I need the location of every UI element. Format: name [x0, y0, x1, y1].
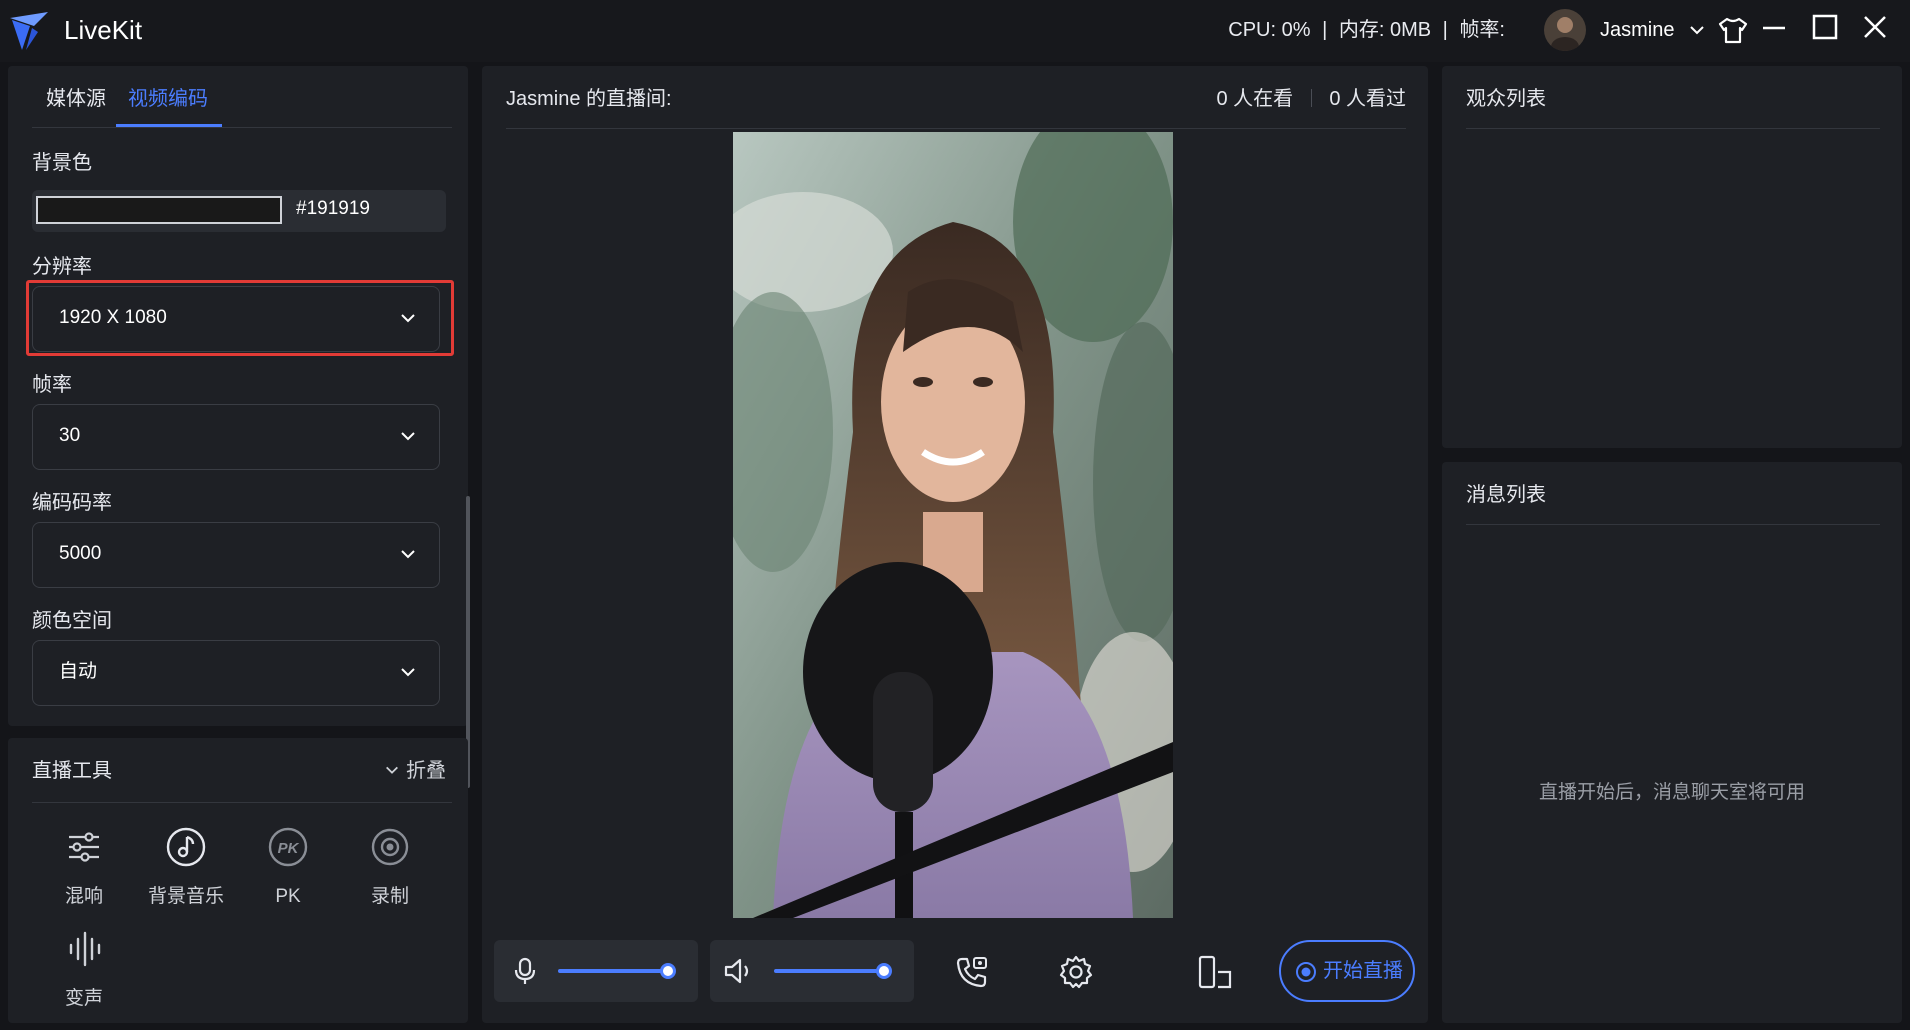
skin-shirt-icon[interactable]	[1716, 13, 1750, 47]
viewer-stats: 0 人在看 0 人看过	[1217, 84, 1407, 114]
framerate-label: 帧率	[32, 374, 72, 396]
cpu-label: CPU:	[1228, 19, 1277, 41]
bitrate-value: 5000	[59, 543, 102, 564]
chevron-down-icon	[386, 766, 399, 774]
bitrate-select[interactable]: 5000	[32, 522, 440, 588]
tab-video-encoding[interactable]: 视频编码	[128, 84, 208, 114]
start-live-label: 开始直播	[1323, 960, 1403, 982]
avatar[interactable]	[1544, 9, 1586, 51]
audience-list-panel: 观众列表	[1442, 66, 1902, 448]
speaker-icon[interactable]	[722, 956, 756, 986]
voice-wave-icon	[69, 931, 101, 967]
tool-voice-change[interactable]: 变声	[44, 928, 124, 1011]
video-encoding-panel: 媒体源 视频编码 背景色 #191919 分辨率 1920 X 1080 帧率 …	[8, 66, 470, 788]
mic-volume-track[interactable]	[558, 969, 674, 973]
tool-label: 背景音乐	[147, 886, 224, 907]
color-swatch[interactable]	[36, 196, 282, 224]
tab-media-source[interactable]: 媒体源	[46, 84, 106, 114]
background-color-value[interactable]: #191919	[296, 198, 370, 220]
live-record-icon	[1296, 962, 1316, 982]
tool-label: 变声	[64, 988, 103, 1009]
colorspace-label: 颜色空间	[32, 610, 112, 632]
speaker-volume-thumb[interactable]	[876, 963, 893, 979]
collapse-button[interactable]: 折叠	[384, 758, 446, 784]
audience-list-title: 观众列表	[1466, 88, 1546, 110]
tool-record[interactable]: 录制	[350, 826, 430, 909]
tools-title: 直播工具	[32, 760, 112, 782]
tools-divider	[32, 802, 452, 803]
chevron-down-icon	[401, 432, 415, 441]
record-icon	[371, 828, 409, 866]
microphone-icon[interactable]	[510, 956, 540, 986]
speaker-control	[710, 940, 914, 1002]
tool-reverb[interactable]: 混响	[44, 826, 124, 909]
colorspace-select[interactable]: 自动	[32, 640, 440, 706]
cpu-value: 0%	[1281, 19, 1311, 41]
bitrate-label: 编码码率	[32, 492, 112, 514]
settings-gear-icon[interactable]	[1058, 954, 1094, 990]
mic-volume-thumb[interactable]	[660, 963, 677, 979]
tool-label: PK	[275, 886, 301, 907]
music-note-icon	[166, 827, 206, 867]
center-divider	[506, 128, 1406, 129]
tool-pk[interactable]: PK PK	[248, 826, 328, 909]
framerate-value: 30	[59, 425, 81, 446]
video-preview[interactable]	[733, 132, 1173, 918]
tool-label: 混响	[64, 886, 103, 907]
chevron-down-icon	[401, 668, 415, 677]
user-name[interactable]: Jasmine	[1600, 17, 1674, 43]
mixer-icon	[69, 832, 99, 862]
background-color-label: 背景色	[32, 152, 92, 174]
tool-background-music[interactable]: 背景音乐	[146, 826, 226, 909]
start-live-button[interactable]: 开始直播	[1279, 940, 1415, 1002]
close-icon[interactable]	[1858, 10, 1892, 44]
background-color-field[interactable]: #191919	[32, 190, 446, 232]
microphone-control	[494, 940, 698, 1002]
title-bar: LiveKit CPU: 0% | 内存: 0MB | 帧率: Jasmine	[0, 0, 1910, 62]
framerate-select[interactable]: 30	[32, 404, 440, 470]
memory-label: 内存:	[1338, 19, 1385, 41]
colorspace-value: 自动	[59, 661, 98, 682]
tool-label: 录制	[370, 886, 409, 907]
app-title: LiveKit	[64, 15, 143, 45]
speaker-volume-track[interactable]	[774, 969, 890, 973]
livekit-logo-icon	[10, 12, 48, 50]
collapse-label: 折叠	[406, 760, 446, 782]
link-mic-phone-icon[interactable]	[954, 954, 990, 990]
fps-label: 帧率:	[1459, 19, 1505, 41]
message-divider	[1466, 524, 1880, 525]
watching-count: 0 人在看	[1216, 88, 1294, 110]
chevron-down-icon	[401, 550, 415, 559]
audience-divider	[1466, 128, 1880, 129]
resolution-highlight-box	[26, 280, 454, 356]
memory-value: 0MB	[1389, 19, 1432, 41]
maximize-icon[interactable]	[1808, 10, 1842, 44]
message-list-panel: 消息列表 直播开始后，消息聊天室将可用	[1442, 462, 1902, 1023]
chevron-down-icon[interactable]	[1688, 21, 1706, 39]
live-tools-panel: 直播工具 折叠 混响 背景音乐 PK PK 录制 变声	[8, 738, 468, 1023]
watched-count: 0 人看过	[1329, 88, 1406, 110]
svg-text:PK: PK	[278, 840, 300, 857]
pk-icon: PK	[268, 827, 308, 867]
minimize-icon[interactable]	[1757, 12, 1791, 46]
screen-orientation-icon[interactable]	[1196, 954, 1234, 990]
system-stats: CPU: 0% | 内存: 0MB | 帧率:	[1228, 19, 1505, 41]
message-list-title: 消息列表	[1466, 484, 1546, 506]
tab-divider	[32, 127, 452, 128]
resolution-label: 分辨率	[32, 256, 92, 278]
message-placeholder: 直播开始后，消息聊天室将可用	[1538, 782, 1805, 803]
room-title: Jasmine 的直播间:	[506, 88, 672, 110]
